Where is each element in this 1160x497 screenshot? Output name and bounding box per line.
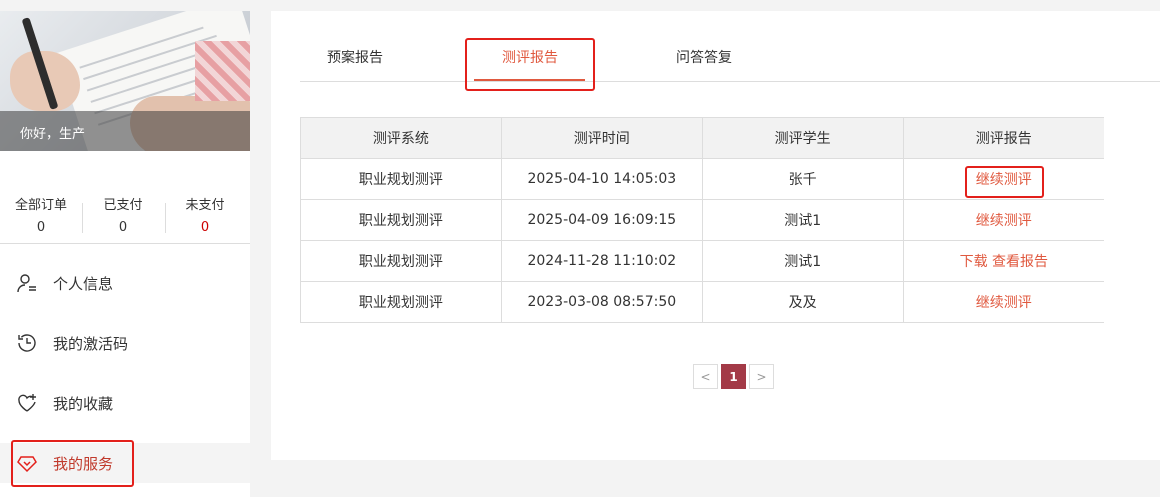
- cell-time: 2025-04-10 14:05:03: [500, 158, 703, 200]
- highlight-box-my-services: [11, 440, 134, 487]
- cell-system: 职业规划测评: [300, 158, 502, 200]
- cell-system: 职业规划测评: [300, 240, 502, 282]
- col-header-student: 测评学生: [701, 117, 904, 159]
- table-header-row: 测评系统 测评时间 测评学生 测评报告: [300, 117, 1104, 159]
- cell-student: 及及: [701, 281, 904, 323]
- next-page-button[interactable]: >: [749, 364, 774, 389]
- stat-label: 未支付: [185, 198, 225, 213]
- banner-sleeve-image: [195, 41, 250, 101]
- cell-student: 测试1: [701, 199, 904, 241]
- stats-separator: [0, 243, 250, 244]
- table-row: 职业规划测评 2025-04-09 16:09:15 测试1 继续测评: [300, 199, 1104, 241]
- stat-value: 0: [36, 220, 46, 235]
- prev-page-button[interactable]: <: [693, 364, 718, 389]
- stat-paid[interactable]: 已支付 0: [82, 198, 164, 236]
- user-list-icon: [14, 270, 40, 296]
- continue-assessment-link[interactable]: 继续测评: [976, 295, 1032, 311]
- col-header-system: 测评系统: [300, 117, 502, 159]
- stat-unpaid[interactable]: 未支付 0: [164, 198, 246, 236]
- table-row: 职业规划测评 2024-11-28 11:10:02 测试1 下载 查看报告: [300, 240, 1104, 282]
- col-header-report: 测评报告: [902, 117, 1104, 159]
- sidebar: 你好，生产 全部订单 0 已支付 0 未支付 0 个人信息 我的激活码 我的收藏…: [0, 11, 250, 497]
- cell-student: 张千: [701, 158, 904, 200]
- cell-student: 测试1: [701, 240, 904, 282]
- tab-plan-report[interactable]: 预案报告: [327, 47, 383, 67]
- heart-plus-icon: [14, 390, 40, 416]
- cell-system: 职业规划测评: [300, 281, 502, 323]
- history-clock-icon: [14, 330, 40, 356]
- stat-value: 0: [200, 220, 210, 235]
- view-report-link[interactable]: 查看报告: [992, 254, 1048, 270]
- cell-system: 职业规划测评: [300, 199, 502, 241]
- stat-divider: [165, 203, 166, 233]
- cell-time: 2023-03-08 08:57:50: [500, 281, 703, 323]
- stat-label: 已支付: [103, 198, 143, 213]
- highlight-box-continue-link: [965, 166, 1044, 198]
- menu-item-label: 我的激活码: [53, 334, 129, 353]
- cell-report: 下载 查看报告: [902, 240, 1104, 282]
- order-stats: 全部订单 0 已支付 0 未支付 0: [0, 198, 250, 236]
- cell-report: 继续测评: [902, 281, 1104, 323]
- menu-item-label: 个人信息: [53, 274, 114, 293]
- table-row: 职业规划测评 2023-03-08 08:57:50 及及 继续测评: [300, 281, 1104, 323]
- highlight-box-assessment-tab: [465, 38, 595, 91]
- user-greeting: 你好，生产: [20, 127, 86, 142]
- continue-assessment-link[interactable]: 继续测评: [976, 213, 1032, 229]
- stat-divider: [82, 203, 83, 233]
- col-header-time: 测评时间: [500, 117, 703, 159]
- profile-banner: 你好，生产: [0, 11, 250, 151]
- assessment-table: 测评系统 测评时间 测评学生 测评报告 职业规划测评 2025-04-10 14…: [300, 117, 1104, 323]
- report-tabs: 预案报告 测评报告 问答答复: [300, 11, 1160, 82]
- main-panel: 预案报告 测评报告 问答答复 测评系统 测评时间 测评学生 测评报告 职业规划测…: [271, 11, 1160, 460]
- download-link[interactable]: 下载: [960, 254, 988, 270]
- top-strip: [0, 0, 1160, 11]
- cell-report: 继续测评: [902, 199, 1104, 241]
- stat-all-orders[interactable]: 全部订单 0: [0, 198, 82, 236]
- stat-value: 0: [118, 220, 128, 235]
- tab-qa-reply[interactable]: 问答答复: [676, 47, 732, 67]
- pagination: < 1 >: [693, 364, 774, 389]
- page-button-current[interactable]: 1: [721, 364, 746, 389]
- cell-time: 2024-11-28 11:10:02: [500, 240, 703, 282]
- menu-item-label: 我的收藏: [53, 394, 114, 413]
- menu-item-profile[interactable]: 个人信息: [0, 263, 250, 303]
- stat-label: 全部订单: [14, 198, 67, 213]
- menu-item-favorites[interactable]: 我的收藏: [0, 383, 250, 423]
- menu-item-activation-code[interactable]: 我的激活码: [0, 323, 250, 363]
- cell-time: 2025-04-09 16:09:15: [500, 199, 703, 241]
